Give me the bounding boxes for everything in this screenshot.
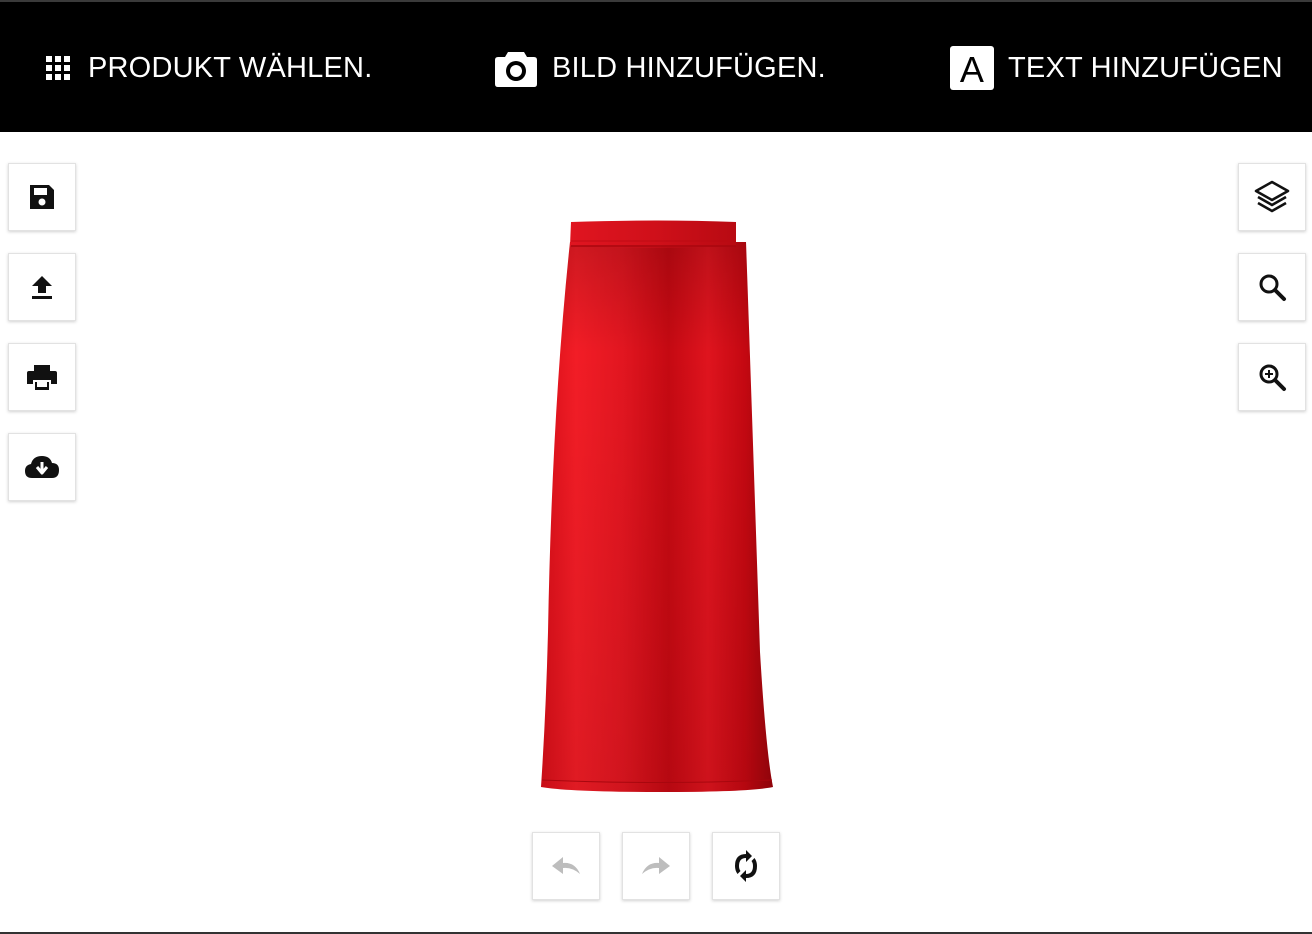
save-icon (27, 182, 57, 212)
search-button[interactable] (1238, 253, 1306, 321)
grid-icon (44, 53, 74, 83)
download-button[interactable] (8, 433, 76, 501)
undo-icon (549, 854, 583, 878)
text-icon: A (950, 46, 994, 90)
cloud-download-icon (23, 452, 61, 482)
add-image-button[interactable]: BILD HINZUFÜGEN. (494, 44, 826, 92)
add-text-button[interactable]: A TEXT HINZUFÜGEN (950, 44, 1283, 92)
zoom-in-button[interactable] (1238, 343, 1306, 411)
apron-image (541, 220, 773, 792)
camera-icon (494, 48, 538, 88)
designer-app: PRODUKT WÄHLEN. BILD HINZUFÜGEN. A TEXT … (0, 0, 1312, 934)
print-icon (25, 362, 59, 392)
add-image-label: BILD HINZUFÜGEN. (552, 51, 826, 84)
top-toolbar: PRODUKT WÄHLEN. BILD HINZUFÜGEN. A TEXT … (0, 0, 1312, 132)
undo-button[interactable] (532, 832, 600, 900)
redo-button[interactable] (622, 832, 690, 900)
upload-button[interactable] (8, 253, 76, 321)
redo-icon (639, 854, 673, 878)
select-product-label: PRODUKT WÄHLEN. (88, 51, 373, 84)
product-preview[interactable] (520, 212, 800, 802)
layers-button[interactable] (1238, 163, 1306, 231)
select-product-button[interactable]: PRODUKT WÄHLEN. (44, 44, 372, 92)
refresh-icon (731, 850, 761, 882)
upload-icon (27, 272, 57, 302)
zoom-in-icon (1257, 362, 1287, 392)
reset-button[interactable] (712, 832, 780, 900)
text-icon-letter: A (960, 49, 984, 90)
add-text-label: TEXT HINZUFÜGEN (1008, 51, 1283, 84)
layers-icon (1253, 179, 1291, 215)
save-button[interactable] (8, 163, 76, 231)
print-button[interactable] (8, 343, 76, 411)
search-icon (1257, 272, 1287, 302)
